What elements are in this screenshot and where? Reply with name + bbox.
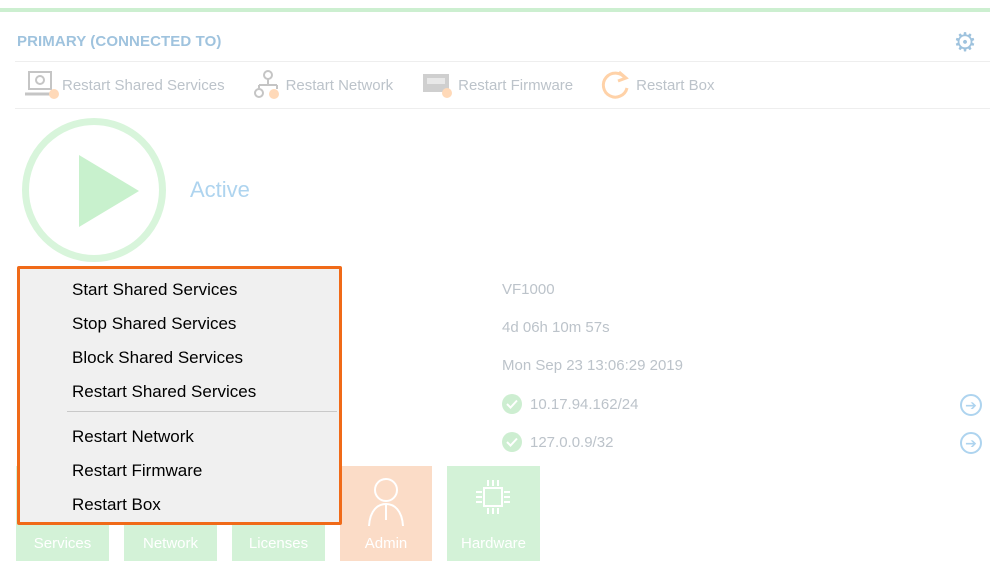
restart-shared-services-label: Restart Shared Services bbox=[62, 76, 225, 94]
check-icon bbox=[502, 394, 522, 414]
shared-services-restart-icon bbox=[25, 71, 59, 99]
restart-box-button[interactable]: Restart Box bbox=[599, 68, 715, 102]
ip-row: 10.17.94.162/24 bbox=[502, 394, 638, 414]
arrow-right-icon[interactable]: ➔ bbox=[960, 432, 982, 454]
restart-network-button[interactable]: Restart Network bbox=[251, 69, 394, 101]
box-restart-icon bbox=[602, 70, 630, 99]
tile-label: Network bbox=[142, 535, 198, 552]
restart-shared-services-button[interactable]: Restart Shared Services bbox=[23, 70, 225, 100]
tile-label: Licenses bbox=[248, 535, 309, 552]
ip-row: 127.0.0.9/32 bbox=[502, 432, 613, 452]
status-label: Active bbox=[190, 177, 250, 202]
menu-separator bbox=[67, 411, 337, 412]
divider bbox=[15, 61, 990, 62]
chip-icon bbox=[476, 480, 510, 514]
tile-hardware[interactable]: Hardware bbox=[447, 466, 540, 561]
status-indicator bbox=[22, 118, 166, 262]
restart-box-label: Restart Box bbox=[636, 76, 715, 94]
panel-title: PRIMARY (CONNECTED TO) bbox=[17, 33, 222, 50]
network-restart-icon bbox=[253, 70, 279, 99]
toolbar: Restart Shared Services Restart Network … bbox=[23, 66, 741, 104]
restart-network-label: Restart Network bbox=[285, 76, 394, 94]
play-icon bbox=[79, 155, 139, 227]
arrow-right-icon[interactable]: ➔ bbox=[960, 394, 982, 416]
menu-item-restart-network[interactable]: Restart Network bbox=[72, 427, 194, 447]
tile-admin[interactable]: Admin bbox=[340, 466, 432, 561]
restart-firmware-button[interactable]: Restart Firmware bbox=[419, 70, 573, 100]
context-menu-body: Start Shared Services Stop Shared Servic… bbox=[22, 271, 337, 520]
context-menu: Start Shared Services Stop Shared Servic… bbox=[17, 266, 342, 525]
tile-label: Services bbox=[33, 535, 92, 552]
menu-item-block-shared-services[interactable]: Block Shared Services bbox=[72, 348, 243, 368]
gear-icon[interactable]: ⚙ bbox=[951, 28, 979, 56]
ip-address: 127.0.0.9/32 bbox=[530, 433, 614, 451]
top-accent-bar bbox=[0, 8, 990, 12]
user-icon bbox=[368, 478, 404, 527]
check-icon bbox=[502, 432, 522, 452]
divider bbox=[15, 108, 990, 109]
menu-item-stop-shared-services[interactable]: Stop Shared Services bbox=[72, 314, 236, 334]
restart-firmware-label: Restart Firmware bbox=[458, 76, 574, 94]
menu-item-restart-firmware[interactable]: Restart Firmware bbox=[72, 461, 202, 481]
uptime-value: 4d 06h 10m 57s bbox=[502, 319, 610, 336]
tile-label: Admin bbox=[364, 535, 408, 552]
model-value: VF1000 bbox=[502, 281, 555, 298]
firmware-restart-icon bbox=[423, 74, 453, 98]
menu-item-restart-shared-services[interactable]: Restart Shared Services bbox=[72, 382, 256, 402]
menu-item-start-shared-services[interactable]: Start Shared Services bbox=[72, 280, 237, 300]
datetime-value: Mon Sep 23 13:06:29 2019 bbox=[502, 357, 683, 374]
ip-address: 10.17.94.162/24 bbox=[530, 395, 639, 413]
menu-item-restart-box[interactable]: Restart Box bbox=[72, 495, 161, 515]
tile-label: Hardware bbox=[460, 535, 527, 552]
